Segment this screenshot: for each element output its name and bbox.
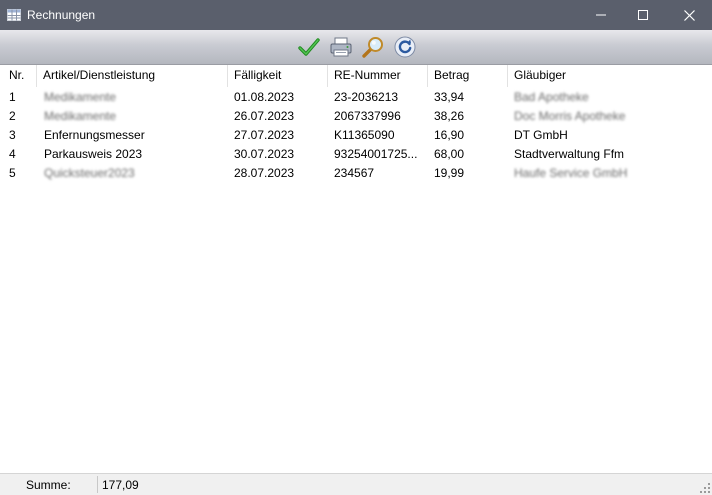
refresh-icon[interactable] [393, 35, 417, 59]
column-header-nr[interactable]: Nr. [0, 65, 37, 87]
cell-artikel: Medikamente [44, 90, 117, 104]
status-bar: Summe: 177,09 [0, 473, 712, 495]
close-icon [683, 9, 695, 21]
table-row[interactable]: 2 Medikamente 26.07.2023 2067337996 38,2… [0, 107, 712, 126]
cell-artikel: Enfernungsmesser [44, 128, 145, 142]
cell-glaeubiger: Bad Apotheke [514, 90, 589, 104]
cell-faelligkeit: 27.07.2023 [234, 128, 295, 142]
column-header-faelligkeit[interactable]: Fälligkeit [228, 65, 328, 87]
column-header-glaeubiger[interactable]: Gläubiger [508, 65, 712, 87]
cell-re-nummer: K11365090 [334, 128, 395, 142]
cell-betrag: 33,94 [434, 90, 465, 104]
cell-re-nummer: 2067337996 [334, 109, 401, 123]
cell-glaeubiger: Haufe Service GmbH [514, 166, 628, 180]
cell-glaeubiger: Doc Morris Apotheke [514, 109, 626, 123]
cell-nr: 5 [9, 166, 16, 180]
toolbar [0, 30, 712, 65]
cell-nr: 2 [9, 109, 16, 123]
table-header: Nr. Artikel/Dienstleistung Fälligkeit RE… [0, 65, 712, 87]
cell-faelligkeit: 26.07.2023 [234, 109, 295, 123]
cell-faelligkeit: 01.08.2023 [234, 90, 295, 104]
cell-nr: 4 [9, 147, 16, 161]
cell-re-nummer: 93254001725... [334, 147, 418, 161]
close-button[interactable] [666, 0, 712, 30]
checkmark-icon[interactable] [297, 35, 321, 59]
cell-betrag: 16,90 [434, 128, 465, 142]
cell-artikel: Quicksteuer2023 [44, 166, 135, 180]
title-bar[interactable]: Rechnungen [0, 0, 712, 30]
cell-glaeubiger: Stadtverwaltung Ffm [514, 147, 625, 161]
window-title: Rechnungen [27, 8, 96, 22]
cell-betrag: 19,99 [434, 166, 465, 180]
cell-artikel: Medikamente [44, 109, 117, 123]
magnifier-icon[interactable] [361, 35, 385, 59]
status-divider [97, 476, 98, 493]
cell-re-nummer: 23-2036213 [334, 90, 399, 104]
cell-faelligkeit: 28.07.2023 [234, 166, 295, 180]
column-header-re-nummer[interactable]: RE-Nummer [328, 65, 428, 87]
printer-icon[interactable] [329, 35, 353, 59]
column-header-betrag[interactable]: Betrag [428, 65, 508, 87]
table-row[interactable]: 5 Quicksteuer2023 28.07.2023 234567 19,9… [0, 164, 712, 183]
cell-artikel: Parkausweis 2023 [44, 147, 143, 161]
table-row[interactable]: 4 Parkausweis 2023 30.07.2023 9325400172… [0, 145, 712, 164]
cell-glaeubiger: DT GmbH [514, 128, 568, 142]
minimize-icon [596, 14, 606, 16]
maximize-button[interactable] [620, 0, 666, 30]
maximize-icon [638, 10, 648, 20]
cell-nr: 3 [9, 128, 16, 142]
cell-faelligkeit: 30.07.2023 [234, 147, 295, 161]
cell-betrag: 38,26 [434, 109, 465, 123]
table-row[interactable]: 1 Medikamente 01.08.2023 23-2036213 33,9… [0, 88, 712, 107]
column-header-artikel[interactable]: Artikel/Dienstleistung [37, 65, 228, 87]
table-row[interactable]: 3 Enfernungsmesser 27.07.2023 K11365090 … [0, 126, 712, 145]
sum-label: Summe: [26, 478, 71, 492]
minimize-button[interactable] [578, 0, 624, 30]
sum-value: 177,09 [102, 478, 139, 492]
resize-grip-icon[interactable] [700, 483, 710, 493]
cell-betrag: 68,00 [434, 147, 465, 161]
cell-re-nummer: 234567 [334, 166, 375, 180]
cell-nr: 1 [9, 90, 16, 104]
table-app-icon [7, 9, 21, 21]
